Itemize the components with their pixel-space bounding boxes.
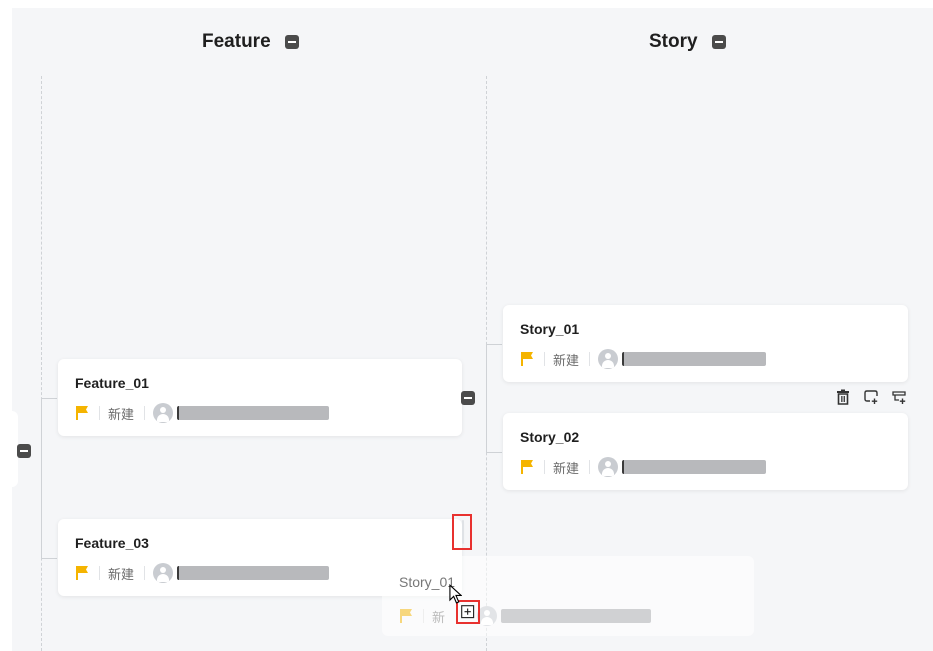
drag-ghost-status: 新 xyxy=(432,609,446,625)
user-avatar-icon[interactable] xyxy=(153,563,174,583)
story-card[interactable]: Story_01 新建 xyxy=(503,305,908,382)
add-child-icon[interactable] xyxy=(891,389,907,405)
story-card[interactable]: Story_02 新建 xyxy=(503,413,908,490)
flag-icon[interactable] xyxy=(75,405,89,421)
card-title: Story_02 xyxy=(520,429,580,445)
column-divider-feature xyxy=(41,76,42,651)
feature-expand-collapse-icon[interactable] xyxy=(461,391,475,405)
tree-connector xyxy=(486,344,502,345)
feature-column-title: Feature xyxy=(202,31,271,52)
card-meta: 新建 xyxy=(520,457,767,477)
tree-connector xyxy=(41,558,57,559)
tree-connector xyxy=(486,452,502,453)
trash-icon[interactable] xyxy=(835,389,851,405)
story-column-title: Story xyxy=(649,31,698,52)
owner-name-redacted xyxy=(501,609,652,623)
add-sibling-icon[interactable] xyxy=(863,389,879,405)
card-meta: 新建 xyxy=(75,563,330,583)
tree-connector xyxy=(41,398,42,558)
status-label[interactable]: 新建 xyxy=(108,564,134,583)
user-avatar-icon[interactable] xyxy=(598,457,619,477)
drag-ghost-title: Story_01 xyxy=(399,574,456,590)
owner-name-redacted xyxy=(622,352,767,366)
feature-column-collapse-icon[interactable] xyxy=(284,35,299,49)
feature-column-header: Feature xyxy=(202,28,299,56)
owner-name-redacted xyxy=(177,566,330,580)
card-title: Story_01 xyxy=(520,321,580,337)
parent-collapse-icon[interactable] xyxy=(17,444,31,458)
story-map-board: Feature Story Feature_01 新建 Feature_03 新… xyxy=(12,8,933,651)
owner-name-redacted xyxy=(177,406,330,420)
user-avatar-icon[interactable] xyxy=(153,403,174,423)
user-avatar-icon xyxy=(477,606,498,626)
tree-connector xyxy=(41,398,57,399)
card-title: Feature_03 xyxy=(75,535,149,551)
flag-icon[interactable] xyxy=(75,565,89,581)
flag-icon[interactable] xyxy=(520,351,534,367)
user-avatar-icon[interactable] xyxy=(598,349,619,369)
owner-name-redacted xyxy=(622,460,767,474)
status-label[interactable]: 新建 xyxy=(553,350,579,369)
mouse-cursor-icon xyxy=(449,584,462,604)
feature-card[interactable]: Feature_01 新建 xyxy=(58,359,462,436)
story-column-header: Story xyxy=(649,28,726,56)
status-label[interactable]: 新建 xyxy=(108,404,134,423)
story-column-collapse-icon[interactable] xyxy=(711,35,726,49)
status-label[interactable]: 新建 xyxy=(553,458,579,477)
card-action-icons xyxy=(835,389,907,405)
drop-position-highlight xyxy=(452,514,472,550)
tree-connector xyxy=(486,344,487,452)
card-title: Feature_01 xyxy=(75,375,149,391)
drag-ghost-card: Story_01 新 xyxy=(382,556,754,636)
card-meta: 新建 xyxy=(75,403,330,423)
drag-ghost-meta: 新 xyxy=(399,606,652,626)
flag-icon[interactable] xyxy=(520,459,534,475)
flag-icon xyxy=(400,609,412,623)
card-meta: 新建 xyxy=(520,349,767,369)
plus-square-icon[interactable] xyxy=(461,605,475,619)
